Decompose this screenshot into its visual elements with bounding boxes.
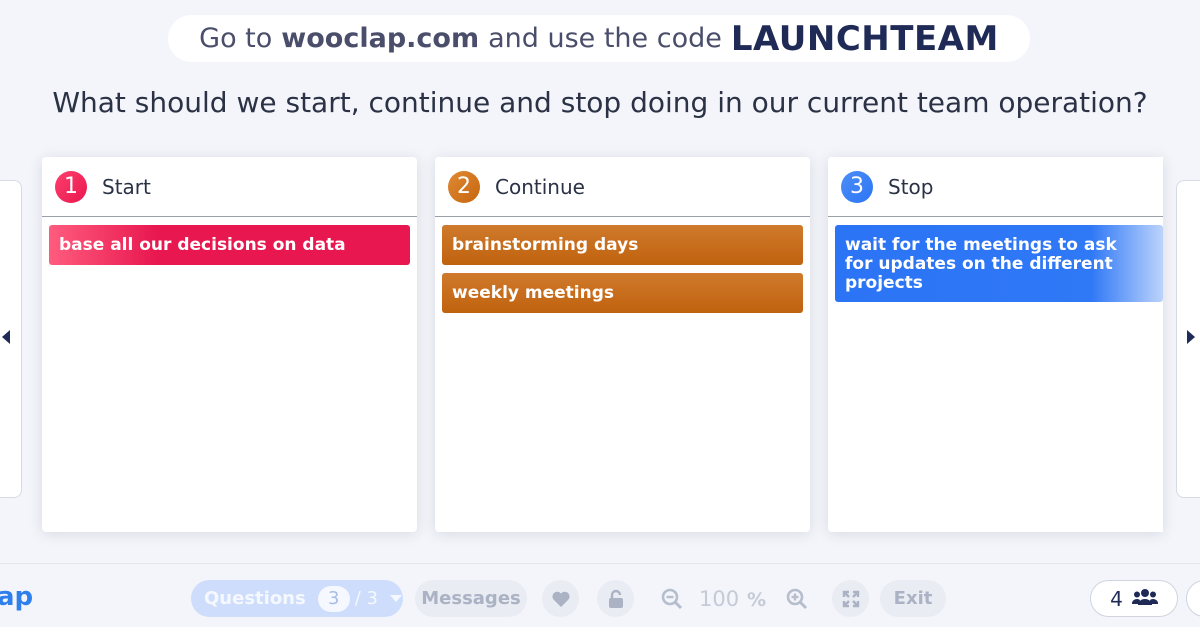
exit-button[interactable]: Exit: [880, 580, 946, 617]
banner-prefix: Go to: [199, 23, 273, 54]
participants-counter[interactable]: 4: [1090, 580, 1178, 617]
zoom-in-icon[interactable]: [778, 580, 815, 617]
column-number-badge: 3: [841, 170, 873, 203]
zoom-value: 100: [699, 587, 740, 611]
column-title: Start: [102, 174, 151, 199]
chevron-down-icon: [389, 595, 402, 602]
column-title: Stop: [888, 174, 934, 199]
idea-card[interactable]: weekly meetings: [442, 273, 803, 313]
banner-site: wooclap.com: [281, 23, 480, 54]
participants-count: 4: [1110, 586, 1123, 611]
column-header: 1 Start: [42, 157, 417, 217]
column-header: 2 Continue: [435, 157, 810, 217]
column-header: 3 Stop: [828, 157, 1163, 217]
column-number-badge: 1: [55, 170, 87, 203]
zoom-unit: %: [747, 589, 767, 611]
zoom-out-icon[interactable]: [653, 580, 690, 617]
question-total: / 3: [354, 588, 378, 609]
messages-label: Messages: [421, 588, 521, 609]
column-continue: 2 Continue brainstorming days weekly mee…: [435, 157, 810, 532]
question-title: What should we start, continue and stop …: [52, 86, 1148, 119]
expand-icon[interactable]: [832, 580, 869, 617]
caret-left-icon[interactable]: [2, 330, 10, 344]
caret-right-icon[interactable]: [1187, 330, 1195, 344]
questions-label: Questions: [204, 588, 306, 609]
wooclap-logo: ap: [0, 582, 34, 612]
lock-icon[interactable]: [597, 580, 634, 617]
banner-middle: and use the code: [488, 23, 722, 54]
idea-card[interactable]: wait for the meetings to ask for updates…: [835, 225, 1163, 302]
column-stop: 3 Stop wait for the meetings to ask for …: [828, 157, 1163, 532]
heart-icon[interactable]: [542, 580, 579, 617]
exit-label: Exit: [893, 588, 933, 609]
question-current: 3: [317, 585, 350, 612]
users-icon: [1131, 588, 1158, 610]
event-code: LAUNCHTEAM: [730, 18, 999, 59]
column-start: 1 Start base all our decisions on data: [42, 157, 417, 532]
questions-dropdown[interactable]: Questions 3 / 3: [191, 580, 403, 617]
column-number-badge: 2: [448, 170, 480, 203]
column-title: Continue: [495, 174, 585, 199]
join-code-banner: Go to wooclap.com and use the code LAUNC…: [168, 15, 1030, 62]
messages-button[interactable]: Messages: [415, 580, 527, 617]
idea-card[interactable]: brainstorming days: [442, 225, 803, 265]
idea-card[interactable]: base all our decisions on data: [49, 225, 410, 265]
